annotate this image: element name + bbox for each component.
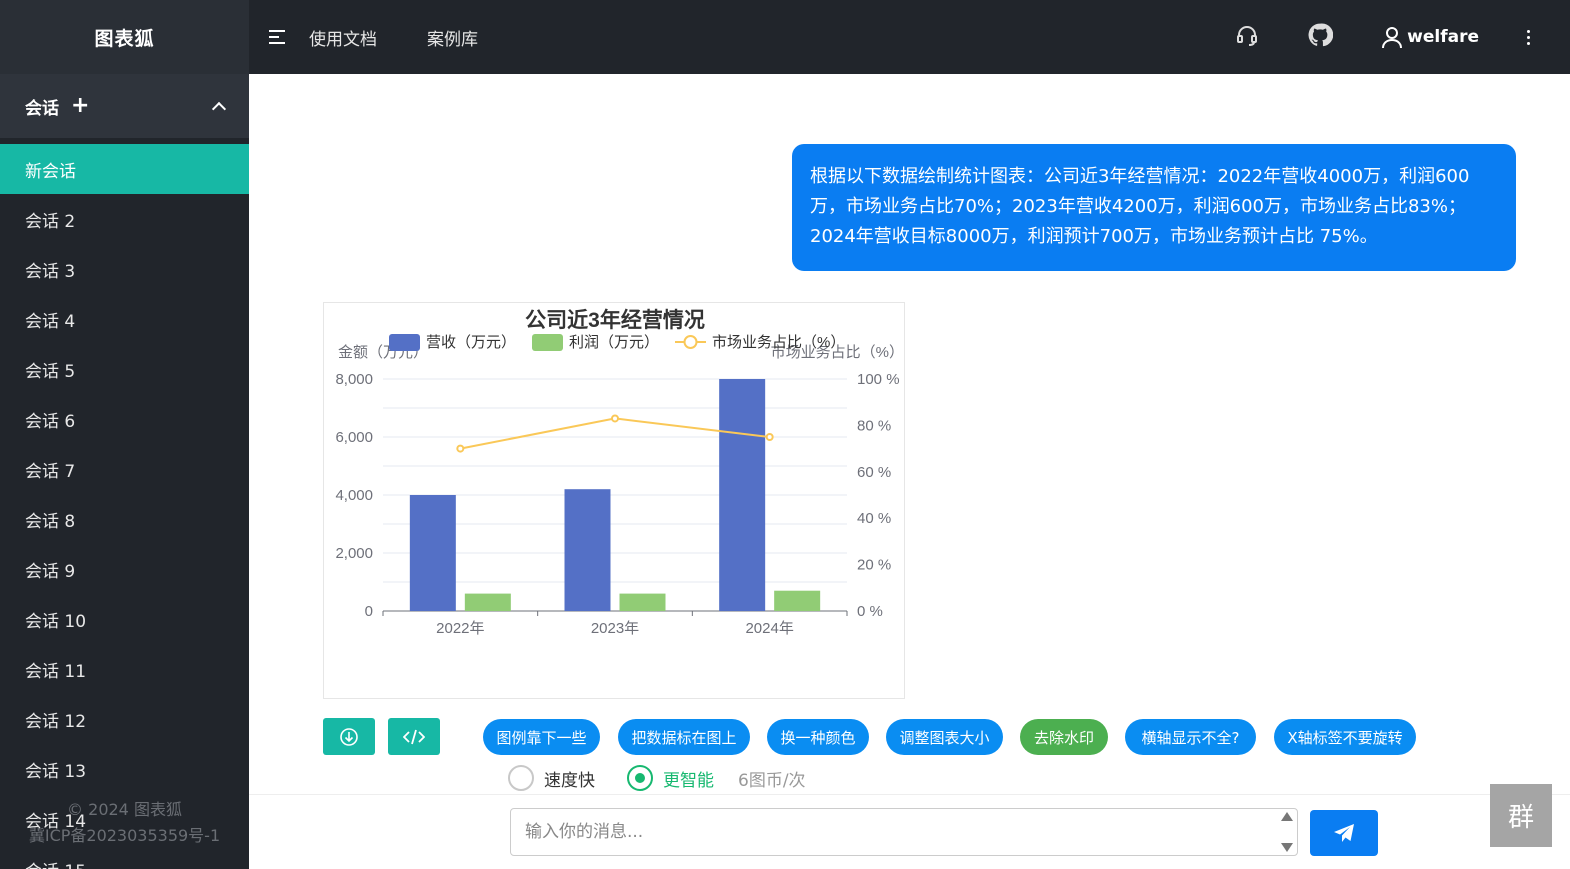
session-section-header[interactable]: 会话 + bbox=[0, 74, 249, 138]
line-point bbox=[611, 414, 619, 423]
session-item[interactable]: 新会话 bbox=[0, 144, 249, 194]
menu-icon[interactable] bbox=[269, 30, 285, 44]
user-icon bbox=[1382, 27, 1403, 49]
suggestion-change-color[interactable]: 换一种颜色 bbox=[767, 719, 869, 755]
headset-icon[interactable] bbox=[1235, 23, 1259, 51]
bar-profit bbox=[619, 593, 666, 611]
chevron-up-icon[interactable] bbox=[211, 101, 227, 117]
nav-link-cases[interactable]: 案例库 bbox=[427, 25, 478, 50]
legend-swatch bbox=[389, 334, 420, 351]
bar-revenue bbox=[409, 495, 456, 611]
session-item[interactable]: 会话 3 bbox=[0, 244, 249, 294]
session-item[interactable]: 会话 11 bbox=[0, 644, 249, 694]
radio-speed[interactable] bbox=[508, 765, 534, 791]
bar-revenue bbox=[564, 489, 611, 611]
bar-profit bbox=[464, 593, 511, 611]
legend-label: 营收（万元） bbox=[426, 334, 516, 351]
icp-record-link[interactable]: 冀ICP备2023035359号-1 bbox=[0, 822, 249, 846]
y-left-tick-label: 8,000 bbox=[335, 371, 373, 388]
y-left-tick-label: 6,000 bbox=[335, 429, 373, 446]
line-point bbox=[456, 444, 465, 453]
y-left-tick-label: 0 bbox=[365, 603, 373, 620]
mode-selector: 速度快 更智能 6图币/次 bbox=[508, 763, 806, 793]
scroll-down-arrow-icon[interactable] bbox=[1281, 843, 1293, 852]
line-point bbox=[765, 433, 774, 441]
suggestion-xaxis-incomplete[interactable]: 横轴显示不全? bbox=[1125, 719, 1256, 755]
suggestion-no-rotate-xlabels[interactable]: X轴标签不要旋转 bbox=[1274, 719, 1416, 755]
code-button[interactable] bbox=[388, 718, 440, 755]
session-item[interactable]: 会话 8 bbox=[0, 494, 249, 544]
sidebar: 图表狐 会话 + 新会话 会话 2 会话 3 会话 4 会话 5 会话 6 会话 7 会话 8… bbox=[0, 0, 249, 869]
legend-label: 市场业务占比（%） bbox=[712, 334, 845, 351]
chart-title: 公司近3年经营情况 bbox=[525, 308, 705, 332]
suggestion-remove-watermark[interactable]: 去除水印 bbox=[1020, 719, 1108, 755]
user-message-bubble: 根据以下数据绘制统计图表：公司近3年经营情况：2022年营收4000万，利润60… bbox=[792, 144, 1516, 271]
send-button[interactable] bbox=[1310, 810, 1378, 856]
brand-logo[interactable]: 图表狐 bbox=[0, 0, 249, 74]
user-menu[interactable]: welfare bbox=[1381, 25, 1479, 49]
scroll-up-arrow-icon[interactable] bbox=[1281, 812, 1293, 821]
input-scroll-arrows[interactable] bbox=[1280, 812, 1294, 852]
suggestion-legend-lower[interactable]: 图例靠下一些 bbox=[483, 719, 600, 755]
message-input[interactable] bbox=[510, 808, 1298, 856]
x-tick-label: 2023年 bbox=[591, 620, 639, 637]
session-item[interactable]: 会话 13 bbox=[0, 744, 249, 794]
suggestion-show-data-labels[interactable]: 把数据标在图上 bbox=[618, 719, 750, 755]
radio-smart[interactable] bbox=[627, 765, 653, 791]
download-icon bbox=[340, 727, 358, 746]
session-section-title: 会话 bbox=[25, 98, 59, 119]
session-item[interactable]: 会话 9 bbox=[0, 544, 249, 594]
session-item[interactable]: 会话 15 bbox=[0, 844, 249, 869]
y-left-tick-label: 4,000 bbox=[335, 487, 373, 504]
session-item[interactable]: 会话 12 bbox=[0, 694, 249, 744]
top-navbar: 使用文档 案例库 welfare bbox=[249, 0, 1570, 74]
y-right-tick-label: 100 % bbox=[857, 371, 900, 388]
y-right-tick-label: 40 % bbox=[857, 510, 891, 527]
legend-swatch bbox=[532, 334, 563, 351]
nav-link-docs[interactable]: 使用文档 bbox=[309, 25, 377, 50]
session-item[interactable]: 会话 4 bbox=[0, 294, 249, 344]
legend-label: 利润（万元） bbox=[569, 334, 659, 351]
x-tick-label: 2024年 bbox=[745, 620, 793, 637]
combo-chart: 0 2,000 4,000 6,000 8,000 0 % 20 % 40 % 60 % 80 %… bbox=[335, 308, 904, 637]
bar-revenue bbox=[719, 379, 766, 611]
bar-profit bbox=[774, 590, 821, 611]
y-right-tick-label: 0 % bbox=[857, 603, 883, 620]
code-icon bbox=[403, 729, 425, 744]
y-right-tick-label: 20 % bbox=[857, 557, 891, 574]
session-list: 新会话 会话 2 会话 3 会话 4 会话 5 会话 6 会话 7 会话 8 会话 9 会话 10… bbox=[0, 144, 249, 869]
y-right-tick-label: 80 % bbox=[857, 417, 891, 434]
download-button[interactable] bbox=[323, 718, 375, 755]
mode-label-speed[interactable]: 速度快 bbox=[544, 766, 595, 791]
suggestion-resize-chart[interactable]: 调整图表大小 bbox=[886, 719, 1003, 755]
session-item[interactable]: 会话 5 bbox=[0, 344, 249, 394]
y-left-tick-label: 2,000 bbox=[335, 545, 373, 562]
session-item[interactable]: 会话 10 bbox=[0, 594, 249, 644]
github-icon[interactable] bbox=[1307, 22, 1334, 52]
session-item[interactable]: 会话 7 bbox=[0, 444, 249, 494]
session-item[interactable]: 会话 6 bbox=[0, 394, 249, 444]
mode-label-smart[interactable]: 更智能 bbox=[663, 766, 714, 791]
group-chat-button[interactable]: 群 bbox=[1490, 784, 1552, 847]
x-tick-label: 2022年 bbox=[436, 620, 484, 637]
legend-line-marker bbox=[683, 335, 698, 349]
more-vertical-icon[interactable] bbox=[1527, 29, 1530, 45]
username-label: welfare bbox=[1407, 27, 1479, 47]
add-session-icon[interactable]: + bbox=[71, 95, 89, 117]
chart-card: 0 2,000 4,000 6,000 8,000 0 % 20 % 40 % 60 % 80 %… bbox=[323, 302, 905, 699]
send-icon bbox=[1334, 824, 1354, 842]
copyright-text: © 2024 图表狐 bbox=[67, 800, 182, 819]
cost-label: 6图币/次 bbox=[738, 770, 806, 791]
y-right-tick-label: 60 % bbox=[857, 464, 891, 481]
session-item[interactable]: 会话 2 bbox=[0, 194, 249, 244]
